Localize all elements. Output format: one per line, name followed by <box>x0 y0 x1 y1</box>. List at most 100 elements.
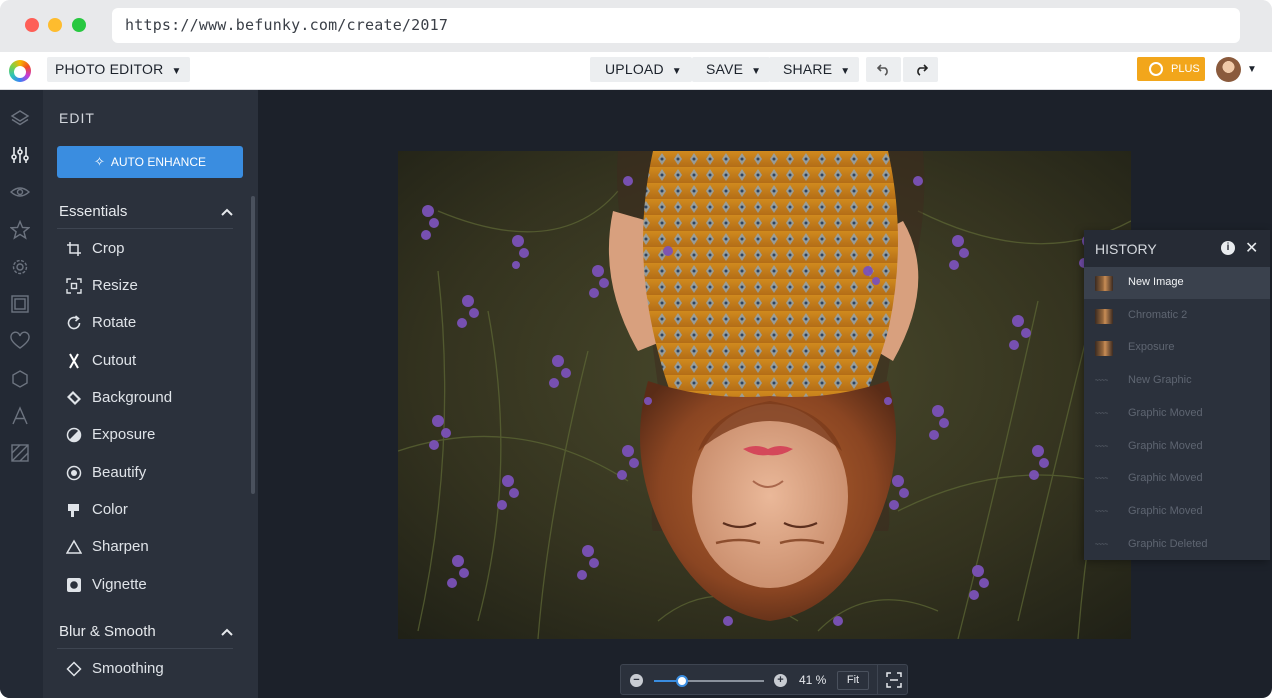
history-item-label: Graphic Deleted <box>1128 537 1208 550</box>
graphic-thumbnail-icon: ~~~~ <box>1095 541 1108 548</box>
eye-icon[interactable] <box>9 181 31 203</box>
zoom-out-button[interactable]: − <box>630 674 643 687</box>
tool-crop[interactable]: Crop <box>65 237 125 261</box>
tool-background[interactable]: Background <box>65 386 172 410</box>
history-item[interactable]: ~~~~ Graphic Deleted <box>1084 529 1270 561</box>
tool-exposure[interactable]: Exposure <box>65 423 155 447</box>
tool-color[interactable]: Color <box>65 498 128 522</box>
exposure-icon <box>65 427 82 444</box>
smoothing-icon <box>65 661 82 678</box>
star-icon[interactable] <box>9 219 31 241</box>
history-item[interactable]: ~~~~ New Graphic <box>1084 365 1270 397</box>
magic-wand-icon: ✧ <box>93 154 105 169</box>
tool-rotate[interactable]: Rotate <box>65 311 136 335</box>
tool-rail <box>0 90 43 698</box>
heart-icon[interactable] <box>9 330 31 352</box>
history-item-label: Graphic Moved <box>1128 406 1203 419</box>
history-item[interactable]: ~~~~ Graphic Moved <box>1084 463 1270 495</box>
photo-thumbnail-icon <box>1095 341 1113 357</box>
layers-icon[interactable] <box>9 107 31 129</box>
photo-canvas[interactable] <box>398 151 1131 639</box>
zoom-value: 41 % <box>799 673 827 687</box>
tool-label: Background <box>92 389 173 406</box>
share-button[interactable]: SHARE ▼ <box>769 57 860 82</box>
tool-label: Rotate <box>92 314 137 331</box>
texture-icon[interactable] <box>9 442 31 464</box>
photo-editor-menu[interactable]: PHOTO EDITOR ▼ <box>47 57 190 82</box>
address-bar[interactable]: https://www.befunky.com/create/2017 <box>112 8 1240 43</box>
tool-cutout[interactable]: Cutout <box>65 349 136 373</box>
history-item-label: Graphic Moved <box>1128 472 1203 485</box>
close-window-button[interactable] <box>25 18 39 32</box>
tool-sharpen[interactable]: Sharpen <box>65 535 149 559</box>
undo-button[interactable] <box>866 57 901 82</box>
edit-panel: EDIT ✧ AUTO ENHANCE Essentials Crop Resiz… <box>43 90 258 698</box>
beautify-icon <box>65 465 82 482</box>
graphic-thumbnail-icon: ~~~~ <box>1095 508 1108 515</box>
minimize-window-button[interactable] <box>48 18 62 32</box>
upload-label: UPLOAD <box>605 61 664 77</box>
zoom-in-button[interactable]: + <box>774 674 787 687</box>
plus-badge-icon <box>1149 62 1163 76</box>
essentials-section-title: Essentials <box>59 203 128 220</box>
save-label: SAVE <box>706 61 744 77</box>
history-item[interactable]: Exposure <box>1084 332 1270 364</box>
caret-down-icon: ▼ <box>840 66 851 77</box>
account-caret-icon[interactable]: ▼ <box>1247 64 1257 75</box>
history-item[interactable]: New Image <box>1084 267 1270 299</box>
photo-thumbnail-icon <box>1095 276 1113 291</box>
zoom-slider-handle[interactable] <box>675 675 688 687</box>
panel-scrollbar[interactable] <box>251 196 255 494</box>
auto-enhance-button[interactable]: ✧ AUTO ENHANCE <box>57 146 243 178</box>
close-icon[interactable]: ✕ <box>1245 238 1258 258</box>
shape-icon[interactable] <box>9 368 31 390</box>
zoom-divider <box>877 665 878 694</box>
photo-editor-label: PHOTO EDITOR <box>55 61 164 77</box>
zoom-slider[interactable] <box>654 675 764 687</box>
tool-label: Smoothing <box>92 660 164 677</box>
crop-icon <box>65 241 82 258</box>
plus-upgrade-button[interactable]: PLUS <box>1137 57 1205 81</box>
chevron-up-icon <box>221 628 233 636</box>
tool-vignette[interactable]: Vignette <box>65 573 147 597</box>
history-item[interactable]: ~~~~ Graphic Moved <box>1084 496 1270 528</box>
tool-beautify[interactable]: Beautify <box>65 461 146 485</box>
color-icon <box>65 502 82 519</box>
essentials-section-header[interactable]: Essentials <box>57 194 233 229</box>
befunky-logo[interactable] <box>9 60 31 82</box>
caret-down-icon: ▼ <box>751 66 762 77</box>
tool-smoothing[interactable]: Smoothing <box>65 657 164 681</box>
history-item[interactable]: ~~~~ Graphic Moved <box>1084 398 1270 430</box>
photo-thumbnail-icon <box>1095 308 1113 324</box>
save-button[interactable]: SAVE ▼ <box>692 57 771 82</box>
sliders-icon[interactable] <box>9 144 31 166</box>
avatar[interactable] <box>1216 57 1241 82</box>
blur-smooth-section-header[interactable]: Blur & Smooth <box>57 614 233 649</box>
text-icon[interactable] <box>9 405 31 427</box>
browser-window: https://www.befunky.com/create/2017 PHOT… <box>0 0 1272 698</box>
blur-smooth-section-title: Blur & Smooth <box>59 623 156 640</box>
plus-label: PLUS <box>1171 63 1200 75</box>
auto-enhance-label: AUTO ENHANCE <box>110 155 207 169</box>
history-item[interactable]: ~~~~ Graphic Moved <box>1084 431 1270 463</box>
cutout-icon <box>65 353 82 370</box>
frame-icon[interactable] <box>9 293 31 315</box>
badge-icon[interactable] <box>9 256 31 278</box>
maximize-window-button[interactable] <box>72 18 86 32</box>
fullscreen-icon[interactable] <box>886 672 902 688</box>
top-toolbar: PHOTO EDITOR ▼ UPLOAD ▼ SAVE ▼ SHARE ▼ PLUS … <box>0 52 1272 90</box>
panel-title: EDIT <box>59 110 95 126</box>
background-icon <box>65 390 82 407</box>
redo-button[interactable] <box>903 57 938 82</box>
graphic-thumbnail-icon: ~~~~ <box>1095 410 1108 417</box>
tool-resize[interactable]: Resize <box>65 274 138 298</box>
info-icon[interactable]: i <box>1221 241 1235 255</box>
fit-button[interactable]: Fit <box>837 671 869 690</box>
upload-button[interactable]: UPLOAD ▼ <box>590 57 692 82</box>
tool-label: Resize <box>92 277 138 294</box>
tool-label: Exposure <box>92 426 156 443</box>
history-item[interactable]: Chromatic 2 <box>1084 300 1270 332</box>
tool-label: Beautify <box>92 464 147 481</box>
history-item-label: Graphic Moved <box>1128 439 1203 452</box>
tool-label: Color <box>92 501 128 518</box>
